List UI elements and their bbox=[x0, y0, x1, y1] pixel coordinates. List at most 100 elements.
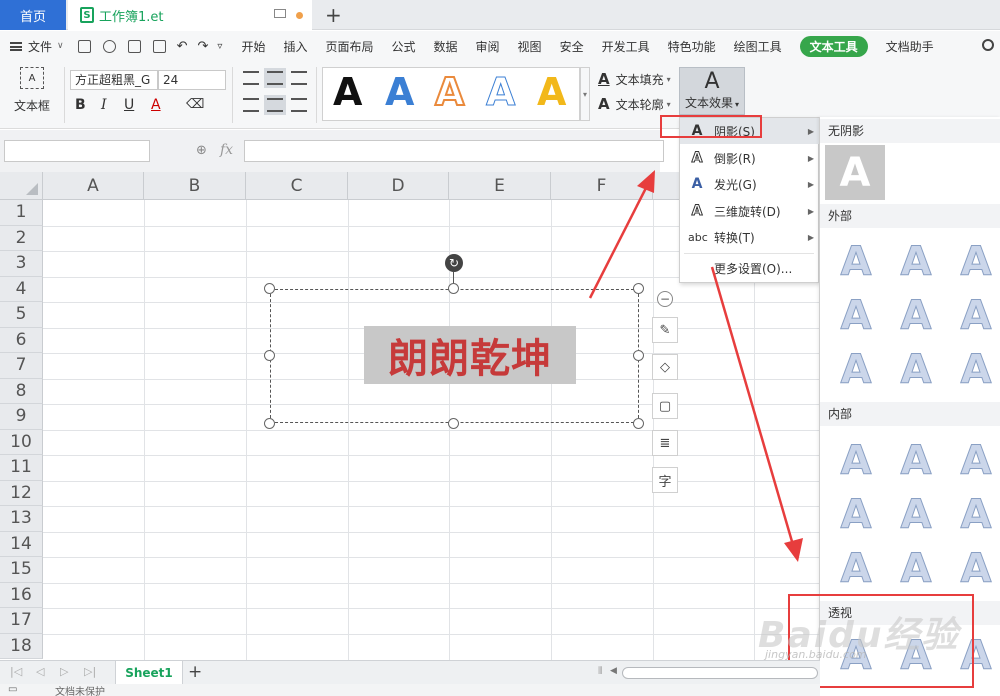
shadow-option-inner[interactable]: A bbox=[954, 491, 998, 539]
menu-item-insert[interactable]: 插入 bbox=[283, 38, 307, 55]
menu-item-transform[interactable]: abc 转换(T) ▶ bbox=[680, 224, 820, 250]
resize-handle[interactable] bbox=[633, 418, 644, 429]
align-right-icon[interactable] bbox=[291, 98, 307, 112]
row-header[interactable]: 6 bbox=[0, 327, 43, 353]
row-header[interactable]: 5 bbox=[0, 302, 43, 328]
menu-item-review[interactable]: 审阅 bbox=[476, 38, 500, 55]
row-header[interactable]: 16 bbox=[0, 582, 43, 608]
menu-item-glow[interactable]: A 发光(G) ▶ bbox=[680, 171, 820, 197]
menu-item-formula[interactable]: 公式 bbox=[392, 38, 416, 55]
print-icon[interactable] bbox=[127, 39, 141, 53]
wordart-style-gold[interactable]: A bbox=[537, 70, 566, 114]
row-header[interactable]: 10 bbox=[0, 429, 43, 455]
menu-item-reflection[interactable]: A 倒影(R) ▶ bbox=[680, 145, 820, 171]
first-sheet-icon[interactable]: |◁ bbox=[10, 665, 22, 678]
last-sheet-icon[interactable]: ▷| bbox=[84, 665, 96, 678]
row-header[interactable]: 3 bbox=[0, 251, 43, 277]
row-header[interactable]: 14 bbox=[0, 531, 43, 557]
column-header-c[interactable]: C bbox=[246, 172, 348, 200]
fx-icon[interactable]: fx bbox=[220, 142, 233, 158]
shadow-option-outer[interactable]: A bbox=[954, 238, 998, 286]
menu-item-view[interactable]: 视图 bbox=[518, 38, 542, 55]
column-header-a[interactable]: A bbox=[43, 172, 144, 200]
quick-access-more-icon[interactable]: ▿ bbox=[217, 41, 222, 52]
shadow-option-inner[interactable]: A bbox=[894, 437, 938, 485]
align-center-icon[interactable] bbox=[264, 95, 286, 115]
underline-button[interactable]: U bbox=[124, 97, 134, 113]
resize-handle[interactable] bbox=[264, 283, 275, 294]
select-all-corner[interactable] bbox=[0, 172, 43, 200]
add-sheet-button[interactable]: + bbox=[188, 662, 202, 682]
save-icon[interactable] bbox=[77, 39, 91, 53]
tab-home[interactable]: 首页 bbox=[0, 0, 66, 30]
wordart-style-black[interactable]: A bbox=[333, 70, 362, 114]
shadow-option-outer[interactable]: A bbox=[954, 292, 998, 340]
shadow-option-outer[interactable]: A bbox=[834, 292, 878, 340]
column-header-e[interactable]: E bbox=[449, 172, 551, 200]
shadow-option-inner[interactable]: A bbox=[894, 491, 938, 539]
menu-item-page-layout[interactable]: 页面布局 bbox=[325, 38, 373, 55]
next-sheet-icon[interactable]: ▷ bbox=[60, 665, 68, 678]
row-header[interactable]: 11 bbox=[0, 455, 43, 481]
row-header[interactable]: 9 bbox=[0, 404, 43, 430]
shadow-option-outer[interactable]: A bbox=[954, 346, 998, 394]
column-header-b[interactable]: B bbox=[144, 172, 246, 200]
menu-item-security[interactable]: 安全 bbox=[560, 38, 584, 55]
gallery-scroll-button[interactable]: ▾ bbox=[580, 67, 590, 121]
align-bottom-icon[interactable] bbox=[291, 71, 307, 85]
scroll-split-icon[interactable]: ⦀ bbox=[598, 666, 602, 677]
wordart-style-orange-outline[interactable]: A bbox=[434, 69, 465, 115]
eraser-icon[interactable]: ⌫ bbox=[186, 97, 204, 112]
align-top-icon[interactable] bbox=[243, 71, 259, 85]
menu-item-home[interactable]: 开始 bbox=[241, 38, 265, 55]
column-header-f[interactable]: F bbox=[551, 172, 653, 200]
prev-sheet-icon[interactable]: ◁ bbox=[36, 665, 44, 678]
menu-item-more-settings[interactable]: 更多设置(O)... bbox=[680, 255, 820, 281]
redo-icon[interactable]: ↷ bbox=[198, 39, 209, 54]
menu-item-doc-assistant[interactable]: 文档助手 bbox=[886, 38, 934, 55]
shadow-option-outer[interactable]: A bbox=[894, 346, 938, 394]
row-header[interactable]: 1 bbox=[0, 200, 43, 226]
rotate-handle-icon[interactable]: ↻ bbox=[445, 254, 463, 272]
row-header[interactable]: 15 bbox=[0, 557, 43, 583]
char-format-button[interactable]: 字 bbox=[652, 467, 678, 493]
monitor-icon[interactable] bbox=[274, 9, 286, 18]
bold-button[interactable]: B bbox=[75, 97, 86, 113]
print-preview-icon[interactable] bbox=[152, 39, 166, 53]
tab-document[interactable]: S 工作簿1.et bbox=[68, 0, 312, 30]
font-family-select[interactable]: 方正超粗黑_G bbox=[70, 70, 158, 90]
resize-handle[interactable] bbox=[448, 283, 459, 294]
undo-icon[interactable]: ↶ bbox=[177, 39, 188, 54]
row-header[interactable]: 12 bbox=[0, 480, 43, 506]
search-icon[interactable] bbox=[982, 39, 994, 51]
row-header[interactable]: 2 bbox=[0, 225, 43, 251]
resize-handle[interactable] bbox=[633, 350, 644, 361]
wordart-text[interactable]: 朗朗乾坤 bbox=[364, 326, 576, 384]
menu-item-3d-rotation[interactable]: A 三维旋转(D) ▶ bbox=[680, 198, 820, 224]
resize-handle[interactable] bbox=[633, 283, 644, 294]
shadow-option-inner[interactable]: A bbox=[834, 491, 878, 539]
textbox-button[interactable]: A 文本框 bbox=[8, 67, 56, 114]
font-size-select[interactable]: 24 bbox=[158, 70, 226, 90]
status-protect-text[interactable]: 文档未保护 bbox=[55, 683, 105, 696]
menu-item-drawing-tools[interactable]: 绘图工具 bbox=[734, 38, 782, 55]
shadow-option-inner[interactable]: A bbox=[954, 545, 998, 593]
row-header[interactable]: 18 bbox=[0, 633, 43, 659]
shadow-option-inner[interactable]: A bbox=[834, 545, 878, 593]
name-box[interactable] bbox=[4, 140, 150, 162]
align-left-icon[interactable] bbox=[243, 98, 259, 112]
row-header[interactable]: 13 bbox=[0, 506, 43, 532]
file-menu[interactable]: 文件 ∨ bbox=[10, 38, 64, 55]
row-header[interactable]: 8 bbox=[0, 378, 43, 404]
shadow-option-outer[interactable]: A bbox=[834, 238, 878, 286]
resize-handle[interactable] bbox=[448, 418, 459, 429]
fill-icon[interactable]: ◇ bbox=[652, 354, 678, 380]
sheet-tab-sheet1[interactable]: Sheet1 bbox=[115, 661, 183, 685]
zoom-formula-icon[interactable]: ⊕ bbox=[196, 143, 207, 158]
row-header[interactable]: 7 bbox=[0, 353, 43, 379]
text-wrap-icon[interactable]: ≣ bbox=[652, 430, 678, 456]
italic-button[interactable]: I bbox=[101, 97, 107, 113]
no-shadow-option[interactable]: A bbox=[825, 145, 885, 200]
text-outline-button[interactable]: A 文本轮廓 ▾ bbox=[598, 95, 671, 113]
font-color-button[interactable]: A bbox=[151, 97, 161, 113]
